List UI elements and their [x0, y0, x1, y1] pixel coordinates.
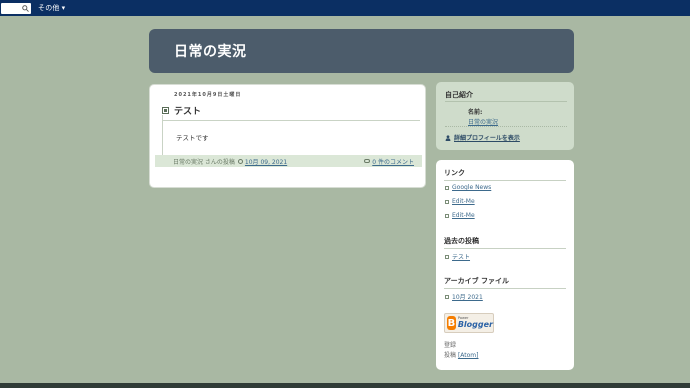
- link-item-edit-me-2[interactable]: Edit-Me: [445, 212, 475, 219]
- link-item-google-news[interactable]: Google News: [445, 184, 491, 191]
- blogger-navbar: その他 ▾: [0, 0, 690, 16]
- subscribe-posts-row: 投稿 [Atom]: [444, 350, 479, 359]
- profile-name-link[interactable]: 日常の実況: [468, 117, 498, 126]
- links-heading: リンク: [444, 169, 465, 177]
- previous-post-label: テスト: [452, 254, 471, 261]
- comment-bubble-icon: [364, 159, 371, 163]
- clock-icon: [237, 158, 243, 164]
- link-item-label: Edit-Me: [452, 212, 475, 219]
- archive-item-oct-2021[interactable]: 10月 2021: [445, 292, 483, 301]
- previous-post-item[interactable]: テスト: [445, 252, 470, 261]
- divider: [445, 101, 567, 102]
- atom-feed-link[interactable]: [Atom]: [458, 352, 479, 359]
- bullet-icon: [445, 254, 449, 259]
- post-author: 日常の実況 さんの投稿: [173, 158, 235, 166]
- comment-link-wrap[interactable]: 0 件のコメント: [364, 157, 414, 166]
- badge-text: Power Blogger: [458, 317, 493, 329]
- subscribe-label: 登録: [444, 342, 457, 349]
- post-date: 2021年10月9日土曜日: [174, 92, 242, 98]
- blogger-logo-icon: B: [447, 316, 456, 330]
- divider: [444, 248, 566, 249]
- divider: [444, 288, 566, 289]
- post-square-icon: [162, 107, 169, 114]
- navbar-more-menu[interactable]: その他 ▾: [38, 3, 65, 13]
- blog-header: 日常の実況: [149, 29, 574, 73]
- bullet-icon: [445, 294, 449, 299]
- navbar-more-label: その他: [38, 4, 60, 12]
- post-divider: [162, 115, 163, 155]
- post-title[interactable]: テスト: [174, 104, 201, 117]
- view-full-profile-link[interactable]: 詳細プロフィールを表示: [445, 133, 520, 142]
- previous-posts-heading: 過去の投稿: [444, 237, 479, 245]
- post-timestamp-link[interactable]: 10月 09, 2021: [245, 157, 287, 166]
- bullet-icon: [445, 185, 449, 190]
- badge-big-text: Blogger: [457, 319, 493, 329]
- archive-item-label: 10月 2021: [452, 294, 483, 301]
- blog-title[interactable]: 日常の実況: [174, 41, 247, 61]
- post-body: テストです: [176, 134, 209, 142]
- person-icon: [445, 134, 451, 141]
- post-title-row: テスト: [162, 104, 420, 121]
- sidebar: リンク Google News Edit-Me Edit-Me 過去の投稿 テス…: [436, 160, 574, 370]
- profile-name-label: 名前:: [468, 109, 483, 116]
- powered-by-blogger-badge[interactable]: B Power Blogger: [444, 313, 494, 333]
- profile-heading: 自己紹介: [445, 91, 473, 99]
- subscribe-posts-label: 投稿: [444, 352, 457, 359]
- chevron-down-icon: ▾: [61, 4, 66, 12]
- view-full-profile-label: 詳細プロフィールを表示: [454, 135, 520, 142]
- divider: [445, 126, 567, 127]
- archives-heading: アーカイブ ファイル: [444, 277, 510, 285]
- bullet-icon: [445, 213, 449, 218]
- footer-bar: [0, 383, 690, 388]
- bullet-icon: [445, 199, 449, 204]
- comments-link[interactable]: 0 件のコメント: [372, 157, 414, 166]
- link-item-label: Edit-Me: [452, 198, 475, 205]
- navbar-search-box[interactable]: [1, 2, 31, 14]
- post-footer: 日常の実況 さんの投稿 10月 09, 2021 0 件のコメント: [155, 155, 422, 167]
- profile-widget: 自己紹介 名前: 日常の実況 詳細プロフィールを表示: [436, 82, 574, 150]
- divider: [444, 180, 566, 181]
- link-item-label: Google News: [452, 184, 492, 191]
- search-icon[interactable]: [22, 4, 29, 12]
- main-post-area: 2021年10月9日土曜日 テスト テストです 日常の実況 さんの投稿 10月 …: [149, 84, 426, 188]
- link-item-edit-me[interactable]: Edit-Me: [445, 198, 475, 205]
